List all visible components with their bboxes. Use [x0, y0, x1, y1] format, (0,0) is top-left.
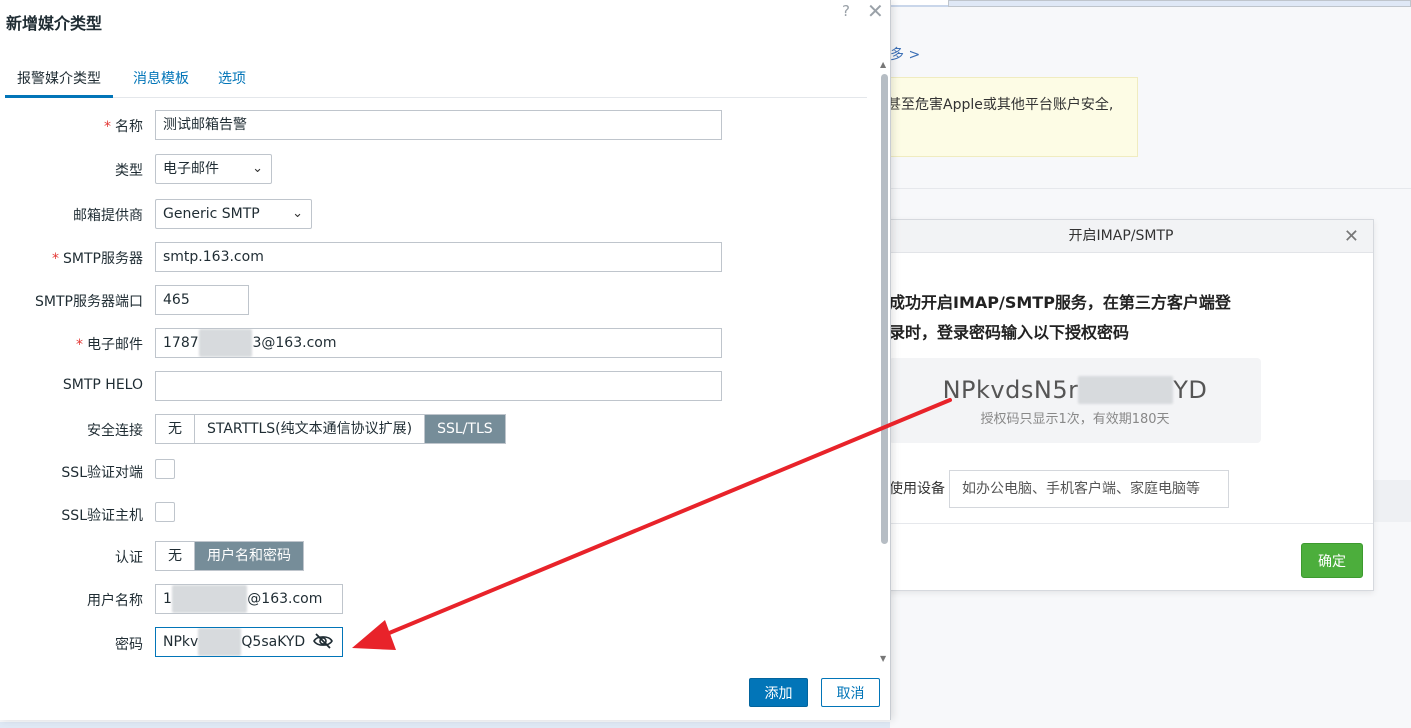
- smtp-helo-label: SMTP HELO: [62, 377, 143, 393]
- security-label: 安全连接: [87, 423, 143, 439]
- ssl-verify-host-checkbox[interactable]: [155, 502, 175, 522]
- email-redacted: ▒▒▒▒▒: [198, 329, 253, 357]
- required-mark: *: [104, 119, 111, 135]
- username-label: 用户名称: [87, 593, 143, 609]
- auth-code: NPkvdsN5r▒▒▒▒▒YD: [889, 376, 1261, 404]
- username-redacted: ▒▒▒▒▒▒▒: [171, 585, 248, 613]
- ssl-verify-host-label: SSL验证主机: [61, 508, 143, 524]
- email-value-prefix: 1787: [163, 335, 199, 351]
- modal-scrollbar[interactable]: ▲ ▼: [880, 60, 889, 668]
- imap-message-line-2: 录时，登录密码输入以下授权密码: [889, 323, 1130, 342]
- auth-code-note: 授权码只显示1次，有效期180天: [980, 412, 1170, 427]
- security-option-starttls[interactable]: STARTTLS(纯文本通信协议扩展): [195, 415, 426, 443]
- modal-title: 新增媒介类型: [6, 14, 103, 33]
- username-value-suffix: @163.com: [247, 591, 323, 607]
- auth-option-username-password[interactable]: 用户名和密码: [195, 542, 303, 570]
- username-input[interactable]: 1▒▒▒▒▒▒▒@163.com: [155, 584, 343, 614]
- modal-tabs: 报警媒介类型 消息模板 选项: [5, 64, 867, 98]
- confirm-button[interactable]: 确定: [1301, 543, 1363, 578]
- smtp-port-label: SMTP服务器端口: [35, 294, 143, 310]
- background-top-bar-segment: [948, 0, 1411, 7]
- smtp-server-input[interactable]: smtp.163.com: [155, 242, 722, 272]
- divider: [890, 188, 1411, 189]
- auth-code-prefix: NPkvdsN5r: [942, 376, 1079, 404]
- scroll-down-icon[interactable]: ▼: [880, 654, 886, 663]
- imap-dialog-header: 开启IMAP/SMTP ✕: [869, 220, 1373, 253]
- smtp-server-label-text: SMTP服务器: [63, 251, 143, 267]
- imap-dialog-footer-divider: [869, 523, 1373, 524]
- security-segmented-control: 无 STARTTLS(纯文本通信协议扩展) SSL/TLS: [155, 414, 506, 444]
- name-label: * 名称: [0, 116, 143, 136]
- add-button[interactable]: 添加: [749, 678, 808, 707]
- bottom-strip: [0, 722, 890, 728]
- smtp-port-input[interactable]: 465: [155, 285, 249, 315]
- tab-message-templates[interactable]: 消息模板: [133, 68, 189, 98]
- chevron-down-icon: ⌄: [292, 206, 303, 221]
- auth-option-none[interactable]: 无: [156, 542, 195, 570]
- background-band: [1374, 480, 1411, 522]
- scroll-up-icon[interactable]: ▲: [880, 60, 886, 69]
- scrollbar-thumb[interactable]: [881, 74, 888, 544]
- security-option-ssl-tls[interactable]: SSL/TLS: [425, 415, 505, 443]
- auth-code-redacted: ▒▒▒▒▒: [1078, 376, 1174, 404]
- password-redacted: ▒▒▒▒: [198, 628, 242, 656]
- provider-label: 邮箱提供商: [73, 208, 143, 224]
- email-input[interactable]: 1787▒▒▒▒▒3@163.com: [155, 328, 722, 358]
- tab-media-type[interactable]: 报警媒介类型: [5, 68, 113, 98]
- help-icon[interactable]: ?: [842, 2, 850, 20]
- smtp-helo-input[interactable]: [155, 371, 722, 401]
- close-icon[interactable]: ✕: [867, 0, 884, 23]
- type-select[interactable]: 电子邮件 ⌄: [155, 154, 272, 184]
- ssl-verify-peer-checkbox[interactable]: [155, 459, 175, 479]
- password-value-suffix: Q5saKYD: [241, 634, 306, 650]
- email-label: * 电子邮件: [0, 334, 143, 354]
- name-input[interactable]: 测试邮箱告警: [155, 110, 722, 140]
- required-mark: *: [76, 337, 83, 353]
- provider-select-value: Generic SMTP: [163, 206, 260, 222]
- required-mark: *: [52, 251, 60, 267]
- ssl-verify-peer-label: SSL验证对端: [61, 465, 143, 481]
- imap-success-message: 成功开启IMAP/SMTP服务，在第三方客户端登 录时，登录密码输入以下授权密码: [889, 288, 1289, 348]
- auth-segmented-control: 无 用户名和密码: [155, 541, 304, 571]
- tab-options[interactable]: 选项: [218, 68, 246, 98]
- security-option-none[interactable]: 无: [156, 415, 195, 443]
- chevron-down-icon: ⌄: [252, 161, 263, 176]
- new-media-type-modal: 新增媒介类型 ? ✕ 报警媒介类型 消息模板 选项 * 名称 测试邮箱告警 类型 …: [0, 0, 891, 720]
- imap-message-line-1: 成功开启IMAP/SMTP服务，在第三方客户端登: [889, 293, 1231, 312]
- username-value-prefix: 1: [163, 591, 172, 607]
- imap-dialog-title: 开启IMAP/SMTP: [1068, 228, 1174, 244]
- imap-smtp-dialog: 开启IMAP/SMTP ✕ 成功开启IMAP/SMTP服务，在第三方客户端登 录…: [868, 219, 1374, 591]
- type-label: 类型: [115, 163, 143, 179]
- eye-off-icon-svg: [313, 633, 333, 649]
- auth-code-suffix: YD: [1173, 376, 1208, 404]
- auth-code-box: NPkvdsN5r▒▒▒▒▒YD 授权码只显示1次，有效期180天: [889, 358, 1261, 443]
- auth-label: 认证: [115, 550, 143, 566]
- device-input[interactable]: [949, 470, 1229, 508]
- more-link[interactable]: 多 >: [890, 44, 920, 64]
- smtp-server-label: * SMTP服务器: [0, 248, 143, 268]
- security-notice: 甚至危害Apple或其他平台账户安全,: [880, 77, 1138, 157]
- email-label-text: 电子邮件: [87, 337, 143, 353]
- close-icon[interactable]: ✕: [1344, 220, 1359, 253]
- password-label: 密码: [115, 637, 143, 653]
- device-label: 使用设备: [889, 481, 945, 497]
- password-value-prefix: NPkv: [163, 634, 199, 650]
- email-value-suffix: 3@163.com: [252, 335, 337, 351]
- name-label-text: 名称: [115, 119, 143, 135]
- eye-off-icon[interactable]: [313, 632, 333, 650]
- type-select-value: 电子邮件: [163, 161, 219, 177]
- cancel-button[interactable]: 取消: [821, 678, 880, 707]
- provider-select[interactable]: Generic SMTP ⌄: [155, 199, 312, 229]
- background-top-bar: [890, 0, 1411, 7]
